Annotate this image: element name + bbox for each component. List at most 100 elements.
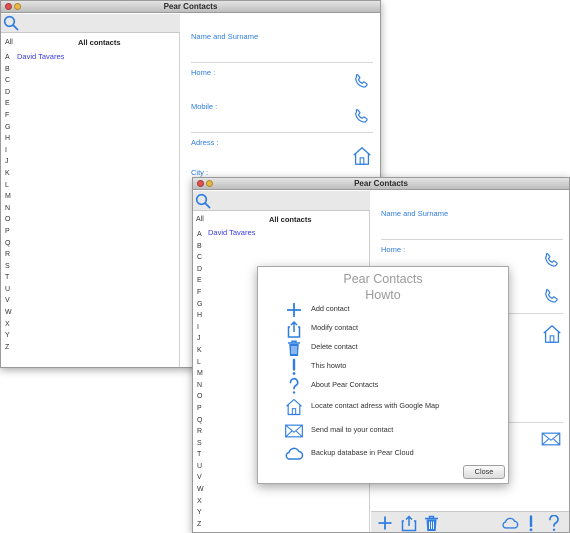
alpha-index-letter[interactable]: D bbox=[5, 87, 12, 99]
alpha-index-letter[interactable]: H bbox=[197, 310, 204, 322]
contact-item[interactable]: David Tavares bbox=[208, 228, 255, 237]
phone-icon[interactable] bbox=[351, 72, 371, 92]
minimize-window-button[interactable] bbox=[14, 3, 21, 10]
alpha-index-letter[interactable]: C bbox=[197, 252, 204, 264]
alpha-index-letter[interactable]: E bbox=[5, 98, 12, 110]
mail-icon bbox=[285, 424, 303, 438]
dialog-title: Pear Contacts bbox=[343, 272, 423, 286]
alpha-index-letter[interactable]: I bbox=[197, 322, 204, 334]
plus-icon[interactable] bbox=[377, 515, 393, 531]
all-filter[interactable]: All bbox=[196, 216, 204, 223]
alpha-index-letter[interactable]: L bbox=[5, 180, 12, 192]
share-icon[interactable] bbox=[401, 515, 417, 532]
list-header: All contacts bbox=[269, 215, 312, 224]
name-surname-label: Name and Surname bbox=[381, 209, 449, 218]
alpha-index-letter[interactable]: S bbox=[5, 261, 12, 273]
alpha-index-letter[interactable]: G bbox=[197, 299, 204, 311]
alpha-index-letter[interactable]: F bbox=[5, 110, 12, 122]
close-button[interactable]: Close bbox=[463, 465, 505, 479]
howto-item-mail: Send mail to your contact bbox=[284, 421, 494, 441]
alpha-index-letter[interactable]: Q bbox=[197, 415, 204, 427]
alpha-index-letter[interactable]: J bbox=[5, 156, 12, 168]
alpha-index-letter[interactable]: U bbox=[197, 461, 204, 473]
alpha-index-letter[interactable]: Y bbox=[197, 507, 204, 519]
alpha-index-letter[interactable]: Z bbox=[5, 342, 12, 354]
alpha-index-letter[interactable]: I bbox=[5, 145, 12, 157]
howto-item-label: Backup database in Pear Cloud bbox=[311, 448, 414, 457]
phone-icon[interactable] bbox=[541, 251, 561, 271]
contact-item[interactable]: David Tavares bbox=[17, 52, 64, 61]
howto-item-label: Delete contact bbox=[311, 342, 358, 351]
alpha-index-letter[interactable]: Q bbox=[5, 238, 12, 250]
alpha-index-letter[interactable]: S bbox=[197, 438, 204, 450]
contact-list-pane: All All contacts David Tavares ABCDEFGHI… bbox=[1, 33, 180, 367]
trash-icon[interactable] bbox=[424, 515, 439, 532]
alpha-index-letter[interactable]: T bbox=[197, 449, 204, 461]
howto-item-locate: Locate contact adress with Google Map bbox=[284, 397, 494, 417]
alpha-index-letter[interactable]: K bbox=[197, 345, 204, 357]
alpha-index-letter[interactable]: L bbox=[197, 357, 204, 369]
alpha-index-letter[interactable]: C bbox=[5, 75, 12, 87]
mail-icon[interactable] bbox=[541, 431, 561, 447]
close-window-button[interactable] bbox=[197, 180, 204, 187]
alpha-index-letter[interactable]: Y bbox=[5, 330, 12, 342]
alpha-index-letter[interactable]: X bbox=[5, 319, 12, 331]
question-icon[interactable] bbox=[548, 515, 560, 532]
mobile-label: Mobile : bbox=[191, 102, 218, 111]
alpha-index-letter[interactable]: O bbox=[5, 214, 12, 226]
alpha-index-letter[interactable]: K bbox=[5, 168, 12, 180]
alpha-index-letter[interactable]: P bbox=[197, 403, 204, 415]
alpha-index-letter[interactable]: F bbox=[197, 287, 204, 299]
alpha-index-letter[interactable]: W bbox=[5, 307, 12, 319]
alpha-index-letter[interactable]: D bbox=[197, 264, 204, 276]
search-bar[interactable] bbox=[1, 14, 180, 33]
alpha-index-letter[interactable]: N bbox=[5, 203, 12, 215]
alpha-index-letter[interactable]: V bbox=[5, 295, 12, 307]
home-label: Home : bbox=[381, 245, 406, 254]
name-surname-label: Name and Surname bbox=[191, 32, 259, 41]
howto-item-label: About Pear Contacts bbox=[311, 380, 379, 389]
alpha-index-letter[interactable]: V bbox=[197, 472, 204, 484]
home-icon[interactable] bbox=[351, 145, 373, 167]
alpha-index-letter[interactable]: E bbox=[197, 275, 204, 287]
back-window-titlebar[interactable]: Pear Contacts bbox=[1, 1, 380, 13]
search-bar[interactable] bbox=[193, 191, 370, 211]
divider bbox=[191, 132, 373, 133]
alpha-index-letter[interactable]: N bbox=[197, 380, 204, 392]
front-window-titlebar[interactable]: Pear Contacts bbox=[193, 178, 569, 190]
alpha-index-letter[interactable]: Z bbox=[197, 519, 204, 531]
trash-icon bbox=[288, 340, 300, 356]
search-icon[interactable] bbox=[195, 193, 211, 209]
exclamation-icon[interactable] bbox=[527, 515, 535, 532]
alpha-index-letter[interactable]: A bbox=[5, 52, 12, 64]
all-filter[interactable]: All bbox=[5, 39, 13, 46]
window-title: Pear Contacts bbox=[163, 2, 218, 11]
phone-icon[interactable] bbox=[541, 287, 561, 307]
alpha-index-letter[interactable]: R bbox=[197, 426, 204, 438]
alpha-index-letter[interactable]: P bbox=[5, 226, 12, 238]
howto-item-label: Add contact bbox=[311, 304, 350, 313]
alpha-index-letter[interactable]: G bbox=[5, 122, 12, 134]
alpha-index-letter[interactable]: M bbox=[197, 368, 204, 380]
alpha-index-letter[interactable]: R bbox=[5, 249, 12, 261]
phone-icon[interactable] bbox=[351, 107, 371, 127]
home-icon[interactable] bbox=[541, 323, 563, 345]
alpha-index-letter[interactable]: O bbox=[197, 391, 204, 403]
alpha-index-letter[interactable]: U bbox=[5, 284, 12, 296]
alpha-index-letter[interactable]: X bbox=[197, 496, 204, 508]
minimize-window-button[interactable] bbox=[206, 180, 213, 187]
plus-icon bbox=[287, 303, 301, 317]
alpha-index-letter[interactable]: T bbox=[5, 272, 12, 284]
search-icon[interactable] bbox=[3, 15, 19, 31]
close-window-button[interactable] bbox=[5, 3, 12, 10]
exclamation-icon bbox=[292, 358, 296, 375]
alpha-index-letter[interactable]: H bbox=[5, 133, 12, 145]
howto-item-label: Modify contact bbox=[311, 323, 359, 332]
alpha-index-letter[interactable]: B bbox=[197, 241, 204, 253]
alpha-index-letter[interactable]: A bbox=[197, 229, 204, 241]
alpha-index-letter[interactable]: J bbox=[197, 333, 204, 345]
cloud-icon[interactable] bbox=[501, 517, 519, 529]
alpha-index-letter[interactable]: B bbox=[5, 64, 12, 76]
alpha-index-letter[interactable]: M bbox=[5, 191, 12, 203]
alpha-index-letter[interactable]: W bbox=[197, 484, 204, 496]
